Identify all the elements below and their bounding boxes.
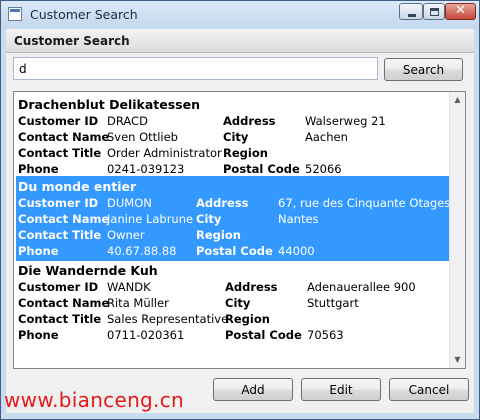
phone-value: 40.67.88.88: [107, 244, 177, 258]
list-item[interactable]: Die Wandernde Kuh Customer ID WANDK Addr…: [16, 260, 450, 346]
customer-id-label: Customer ID: [18, 196, 99, 210]
contact-name-label: Contact Name: [18, 212, 110, 226]
city-value: Nantes: [278, 212, 319, 226]
contact-name-value: Rita Müller: [107, 296, 169, 310]
minimize-icon: [408, 14, 416, 17]
phone-value: 0711-020361: [107, 328, 185, 342]
list-item-selected[interactable]: Du monde entier Customer ID DUMON Addres…: [16, 176, 450, 261]
region-label: Region: [223, 146, 268, 160]
minimize-button[interactable]: [399, 3, 423, 20]
customer-id-label: Customer ID: [18, 280, 99, 294]
client-area: Customer Search Search Drachenblut Delik…: [6, 29, 474, 413]
contact-name-value: Janine Labrune: [107, 212, 194, 226]
cancel-button[interactable]: Cancel: [389, 378, 469, 401]
company-name: Du monde entier: [18, 179, 137, 194]
customer-list[interactable]: Drachenblut Delikatessen Customer ID DRA…: [13, 91, 466, 369]
contact-title-value: Sales Representative: [107, 312, 229, 326]
address-label: Address: [223, 114, 276, 128]
postal-code-label: Postal Code: [196, 244, 273, 258]
close-button[interactable]: ✕: [445, 3, 476, 20]
city-label: City: [225, 296, 251, 310]
city-label: City: [196, 212, 222, 226]
maximize-icon: [430, 8, 439, 16]
customer-id-label: Customer ID: [18, 114, 99, 128]
header-bar: Customer Search: [6, 29, 474, 53]
address-label: Address: [225, 280, 278, 294]
postal-code-value: 52066: [305, 162, 342, 176]
page-title: Customer Search: [14, 34, 130, 48]
company-name: Drachenblut Delikatessen: [18, 97, 201, 112]
contact-name-label: Contact Name: [18, 130, 110, 144]
search-input[interactable]: [13, 57, 378, 80]
address-value: Walserweg 21: [305, 114, 386, 128]
scroll-down-icon[interactable]: ▼: [450, 352, 465, 368]
contact-name-value: Sven Ottlieb: [107, 130, 178, 144]
list-item[interactable]: Drachenblut Delikatessen Customer ID DRA…: [16, 94, 450, 180]
contact-title-label: Contact Title: [18, 228, 102, 242]
city-value: Aachen: [305, 130, 348, 144]
customer-id-value: WANDK: [107, 280, 151, 294]
close-icon: ✕: [455, 3, 466, 18]
address-value: 67, rue des Cinquante Otages: [278, 196, 451, 210]
edit-button[interactable]: Edit: [301, 378, 381, 401]
phone-label: Phone: [18, 328, 59, 342]
postal-code-label: Postal Code: [225, 328, 302, 342]
phone-value: 0241-039123: [107, 162, 185, 176]
contact-title-label: Contact Title: [18, 312, 102, 326]
postal-code-value: 70563: [307, 328, 344, 342]
postal-code-label: Postal Code: [223, 162, 300, 176]
contact-title-label: Contact Title: [18, 146, 102, 160]
address-value: Adenauerallee 900: [307, 280, 416, 294]
scroll-up-icon[interactable]: ▲: [450, 92, 465, 108]
title-bar[interactable]: Customer Search ✕: [1, 1, 479, 28]
customer-id-value: DUMON: [107, 196, 152, 210]
city-value: Stuttgart: [307, 296, 359, 310]
window-app-icon: [8, 7, 22, 21]
contact-title-value: Order Administrator: [107, 146, 222, 160]
city-label: City: [223, 130, 249, 144]
postal-code-value: 44000: [278, 244, 315, 258]
company-name: Die Wandernde Kuh: [18, 263, 158, 278]
maximize-button[interactable]: [423, 3, 445, 20]
contact-name-label: Contact Name: [18, 296, 110, 310]
add-button[interactable]: Add: [213, 378, 293, 401]
customer-id-value: DRACD: [107, 114, 148, 128]
phone-label: Phone: [18, 244, 59, 258]
window-title: Customer Search: [30, 7, 138, 22]
phone-label: Phone: [18, 162, 59, 176]
search-button[interactable]: Search: [384, 58, 463, 81]
contact-title-value: Owner: [107, 228, 145, 242]
region-label: Region: [196, 228, 241, 242]
app-window: Customer Search ✕ Customer Search Search…: [0, 0, 480, 420]
watermark: www.bianceng.cn: [4, 388, 184, 412]
vertical-scrollbar[interactable]: ▲ ▼: [449, 92, 465, 368]
region-label: Region: [225, 312, 270, 326]
address-label: Address: [196, 196, 249, 210]
